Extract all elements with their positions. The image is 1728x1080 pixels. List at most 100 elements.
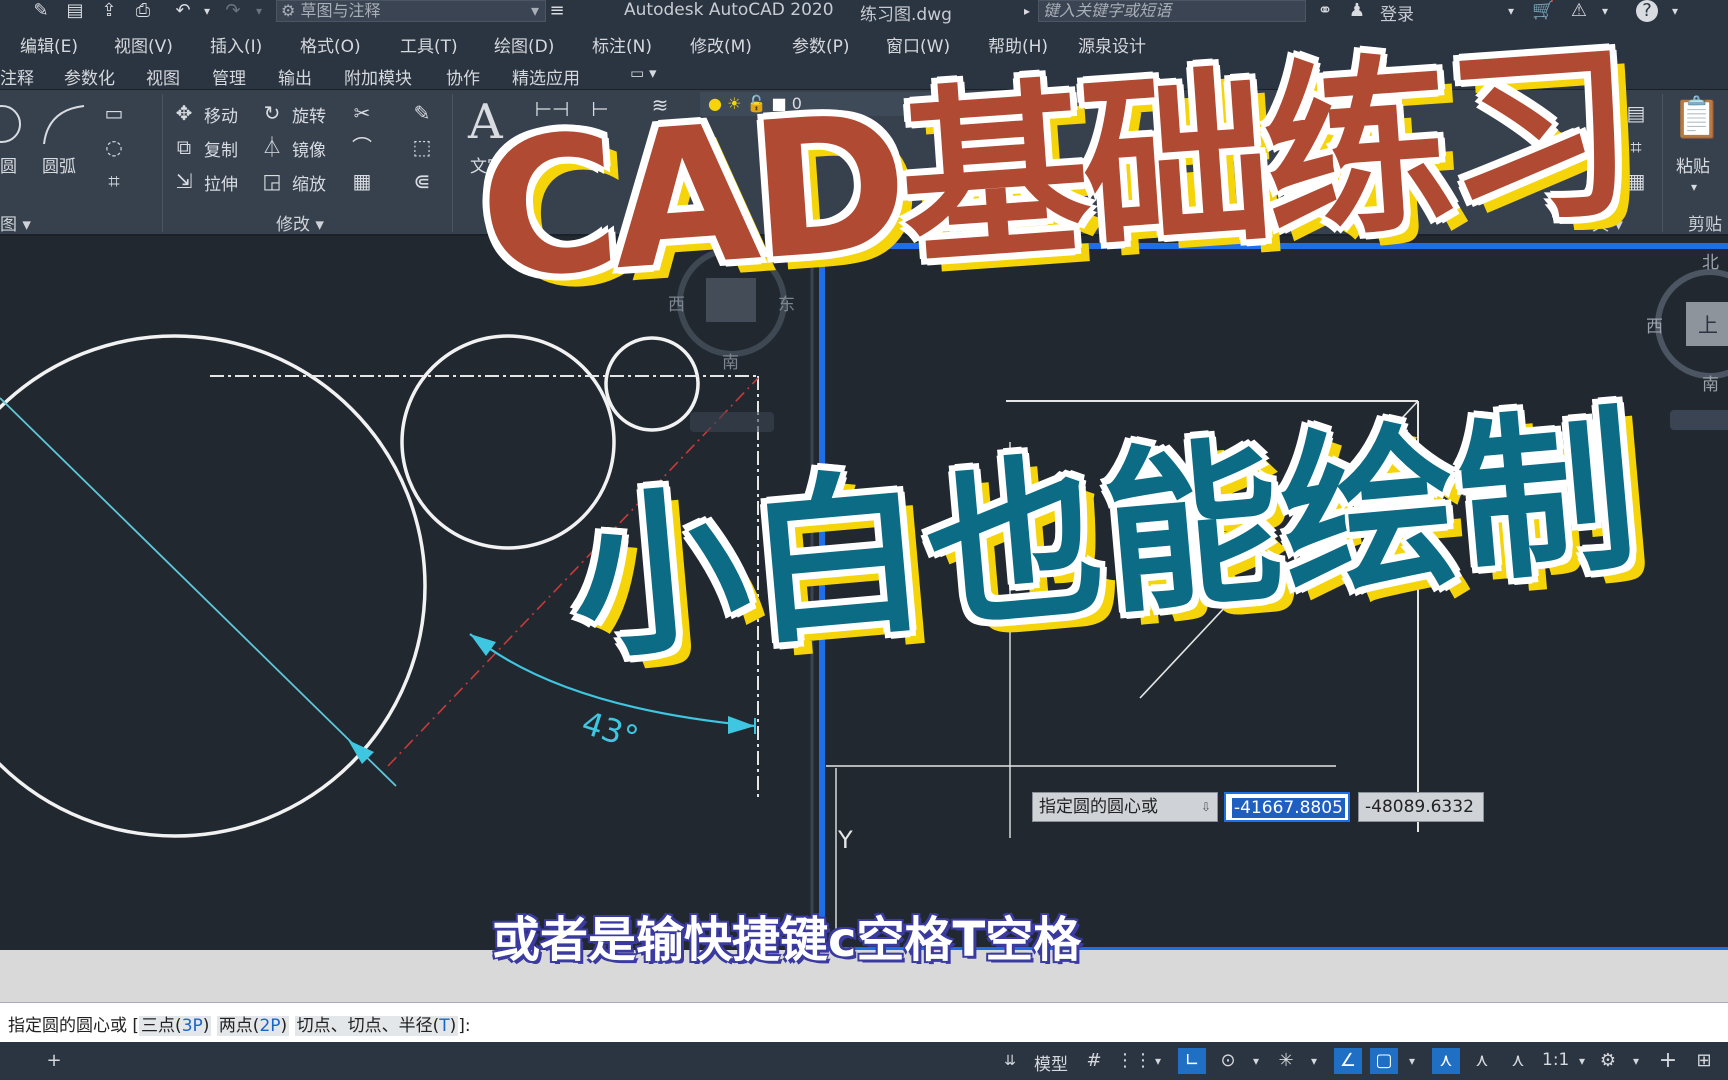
publish-icon[interactable]: ⇪ <box>98 0 120 22</box>
command-prompt-row: 指定圆的圆心或 [三点(3P) 两点(2P) 切点、切点、半径(T)]: <box>8 1011 471 1036</box>
dynamic-input-x[interactable]: -41667.8805 <box>1224 792 1350 822</box>
stretch-button[interactable]: 拉伸 <box>204 170 238 195</box>
isodraft-dropdown-icon[interactable]: ▾ <box>1300 1048 1328 1074</box>
small-circle[interactable] <box>604 336 700 432</box>
tab-output[interactable]: 输出 <box>278 64 312 89</box>
customize-quick-access-icon[interactable]: ≡ <box>546 0 568 22</box>
ortho-icon[interactable]: ∟ <box>1178 1048 1206 1074</box>
menu-tools[interactable]: 工具(T) <box>400 32 458 57</box>
rotate-button[interactable]: 旋转 <box>292 102 326 127</box>
expand-tabs-icon[interactable]: ⇊ <box>996 1048 1024 1074</box>
scale-select[interactable]: 1:1 <box>1542 1050 1569 1070</box>
tab-manage[interactable]: 管理 <box>212 64 246 89</box>
erase-icon[interactable]: ✎ <box>410 102 434 126</box>
osnap-dropdown-icon[interactable]: ▾ <box>1398 1048 1426 1074</box>
annotation-scale-icon[interactable]: ⋏ <box>1504 1048 1532 1074</box>
workspace-dropdown-icon[interactable]: ▾ <box>1622 1048 1650 1074</box>
grid-icon[interactable]: # <box>1080 1048 1108 1074</box>
polar-icon[interactable]: ⊙ <box>1214 1048 1242 1074</box>
fillet-icon[interactable]: ⌒ <box>350 136 374 160</box>
wcs-menu[interactable] <box>1670 410 1728 430</box>
isodraft-icon[interactable]: ✳ <box>1272 1048 1300 1074</box>
option-two-point[interactable]: 两点(2P) <box>216 1016 290 1036</box>
object-snap-tracking-icon[interactable]: ∠ <box>1334 1048 1362 1074</box>
tab-annotate[interactable]: 注释 <box>0 64 34 89</box>
stretch-icon[interactable]: ⇲ <box>172 170 196 194</box>
mirror-button[interactable]: 镜像 <box>292 136 326 161</box>
tab-parametric[interactable]: 参数化 <box>64 64 115 89</box>
annotation-visibility-icon[interactable]: ⋏ <box>1432 1048 1460 1074</box>
expand-arrow-icon[interactable]: ▸ <box>1016 0 1038 22</box>
dimension-arrowhead <box>728 716 755 734</box>
status-bar: + ⇊ 模型 # ⋮⋮ ▾ ∟ ⊙ ▾ ✳ ▾ ∠ ▢ ▾ ⋏ ⋏ ⋏ 1:1 … <box>0 1042 1728 1080</box>
snap-dropdown-icon[interactable]: ▾ <box>1144 1048 1172 1074</box>
array-icon[interactable]: ▦ <box>350 170 374 194</box>
circle-tool-icon[interactable] <box>0 100 26 150</box>
save-as-icon[interactable]: ✎ <box>30 0 52 22</box>
scale-icon[interactable]: ◲ <box>260 170 284 194</box>
open-icon[interactable]: ▤ <box>64 0 86 22</box>
tab-addins[interactable]: 附加模块 <box>344 64 412 89</box>
snap-icon[interactable]: ⋮⋮ <box>1116 1048 1152 1074</box>
boundary-icon[interactable]: ⌗ <box>102 170 126 194</box>
dynamic-y-value: -48089.6332 <box>1365 797 1474 817</box>
menu-format[interactable]: 格式(O) <box>300 32 361 57</box>
copy-icon[interactable]: ⧉ <box>172 136 196 160</box>
clipboard-panel-title[interactable]: 剪贴 <box>1688 210 1722 235</box>
draw-panel-title[interactable]: 图 ▾ <box>0 210 31 235</box>
trim-icon[interactable]: ✂ <box>350 102 374 126</box>
command-line[interactable]: 指定圆的圆心或 [三点(3P) 两点(2P) 切点、切点、半径(T)]: <box>0 1002 1728 1042</box>
viewcube-north[interactable]: 北 <box>1702 253 1719 273</box>
dynamic-options-icon[interactable]: ⇩ <box>1201 793 1211 821</box>
print-icon[interactable]: ⎙ <box>132 0 154 22</box>
move-icon[interactable]: ✥ <box>172 102 196 126</box>
menu-edit[interactable]: 编辑(E) <box>20 32 78 57</box>
viewcube-south-left[interactable]: 南 <box>722 353 739 373</box>
gear-icon[interactable]: ⚙ <box>1594 1048 1622 1074</box>
plus-icon[interactable]: + <box>1654 1048 1682 1074</box>
ucs-y-label: Y <box>837 826 853 854</box>
polar-dropdown-icon[interactable]: ▾ <box>1242 1048 1270 1074</box>
option-two-point-label: 两点( <box>218 1016 260 1036</box>
copy-button[interactable]: 复制 <box>204 136 238 161</box>
hatch-icon[interactable]: ◌ <box>102 136 126 160</box>
menu-view[interactable]: 视图(V) <box>114 32 173 57</box>
redo-icon[interactable]: ↷ <box>222 0 244 22</box>
modify-panel-title[interactable]: 修改 ▾ <box>276 210 324 235</box>
viewcube-west[interactable]: 西 <box>1646 317 1663 337</box>
move-button[interactable]: 移动 <box>204 102 238 127</box>
paste-dropdown-icon[interactable]: ▾ <box>1682 176 1706 200</box>
viewcube-south[interactable]: 南 <box>1702 375 1719 395</box>
viewcube-top-label[interactable]: 上 <box>1698 313 1718 337</box>
add-layout-icon[interactable]: + <box>40 1048 68 1074</box>
tab-view[interactable]: 视图 <box>146 64 180 89</box>
paste-icon[interactable]: 📋 <box>1672 94 1722 141</box>
paste-button[interactable]: 粘贴 <box>1676 152 1710 177</box>
workspace-select[interactable]: ⚙ 草图与注释 ▾ <box>276 0 546 22</box>
offset-icon[interactable]: ⋐ <box>410 170 434 194</box>
mirror-icon[interactable]: ⏃ <box>260 136 284 160</box>
diagonal-line[interactable] <box>0 397 397 787</box>
scale-dropdown-icon[interactable]: ▾ <box>1568 1048 1596 1074</box>
model-space-button[interactable]: 模型 <box>1034 1050 1068 1075</box>
menu-insert[interactable]: 插入(I) <box>210 32 262 57</box>
auto-scale-icon[interactable]: ⋏ <box>1468 1048 1496 1074</box>
help-dropdown-icon[interactable]: ▾ <box>1664 0 1686 22</box>
redo-dropdown-icon[interactable]: ▾ <box>248 0 270 22</box>
undo-icon[interactable]: ↶ <box>172 0 194 22</box>
scale-button[interactable]: 缩放 <box>292 170 326 195</box>
explode-icon[interactable]: ⬚ <box>410 136 434 160</box>
group-icon[interactable]: ▤ <box>1624 102 1648 126</box>
dynamic-input-y[interactable]: -48089.6332 <box>1358 792 1484 822</box>
object-snap-icon[interactable]: ▢ <box>1370 1048 1398 1074</box>
menu-draw[interactable]: 绘图(D) <box>494 32 554 57</box>
undo-dropdown-icon[interactable]: ▾ <box>196 0 218 22</box>
option-three-point[interactable]: 三点(3P) <box>139 1016 212 1036</box>
rectangle-icon[interactable]: ▭ <box>102 102 126 126</box>
rotate-icon[interactable]: ↻ <box>260 102 284 126</box>
help-icon[interactable]: ? <box>1636 0 1658 22</box>
customize-icon[interactable]: ⊞ <box>1690 1048 1718 1074</box>
option-ttr[interactable]: 切点、切点、半径(T) <box>294 1016 459 1036</box>
arc-tool-icon[interactable] <box>38 100 88 150</box>
panel-divider <box>452 94 453 232</box>
